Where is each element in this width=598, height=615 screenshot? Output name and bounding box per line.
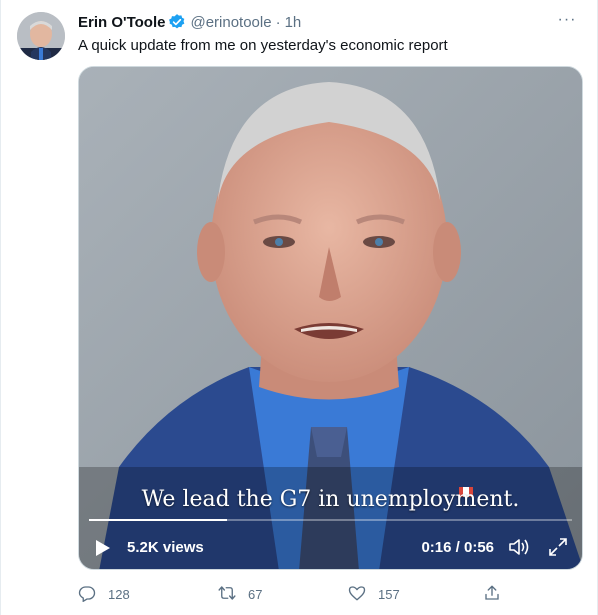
reply-count: 128	[108, 587, 130, 602]
tweet-header: Erin O'Toole @erinotoole · 1h	[78, 12, 301, 32]
more-icon[interactable]: ···	[555, 10, 579, 30]
tweet-actions: 128 67 157	[78, 584, 508, 604]
tweet-text: A quick update from me on yesterday's ec…	[78, 37, 448, 54]
timestamp[interactable]: 1h	[285, 14, 302, 31]
play-icon[interactable]	[95, 539, 111, 557]
share-button[interactable]	[483, 584, 513, 605]
video-controls: 5.2K views 0:16 / 0:56	[79, 533, 582, 561]
progress-bar[interactable]	[89, 519, 572, 521]
volume-icon[interactable]	[508, 537, 530, 557]
like-button[interactable]: 157	[348, 584, 400, 605]
video-caption: We lead the G7 in unemployment.	[141, 487, 520, 512]
expand-icon[interactable]	[548, 537, 568, 557]
handle[interactable]: @erinotoole	[190, 14, 271, 31]
avatar[interactable]	[17, 12, 65, 60]
share-icon	[483, 584, 513, 605]
reply-button[interactable]: 128	[78, 584, 130, 605]
view-count: 5.2K views	[127, 539, 204, 556]
timecode: 0:16 / 0:56	[421, 539, 494, 556]
separator-dot: ·	[275, 13, 281, 31]
video-player[interactable]: We lead the G7 in unemployment. 5.2K vie…	[78, 66, 583, 570]
display-name[interactable]: Erin O'Toole	[78, 14, 165, 31]
heart-icon	[348, 584, 378, 605]
retweet-icon	[218, 584, 248, 605]
retweet-button[interactable]: 67	[218, 584, 262, 605]
tweet-card[interactable]: Erin O'Toole @erinotoole · 1h ··· A quic…	[0, 0, 598, 615]
progress-fill	[89, 519, 227, 521]
like-count: 157	[378, 587, 400, 602]
reply-icon	[78, 584, 108, 605]
verified-badge-icon	[168, 13, 186, 31]
retweet-count: 67	[248, 587, 263, 602]
